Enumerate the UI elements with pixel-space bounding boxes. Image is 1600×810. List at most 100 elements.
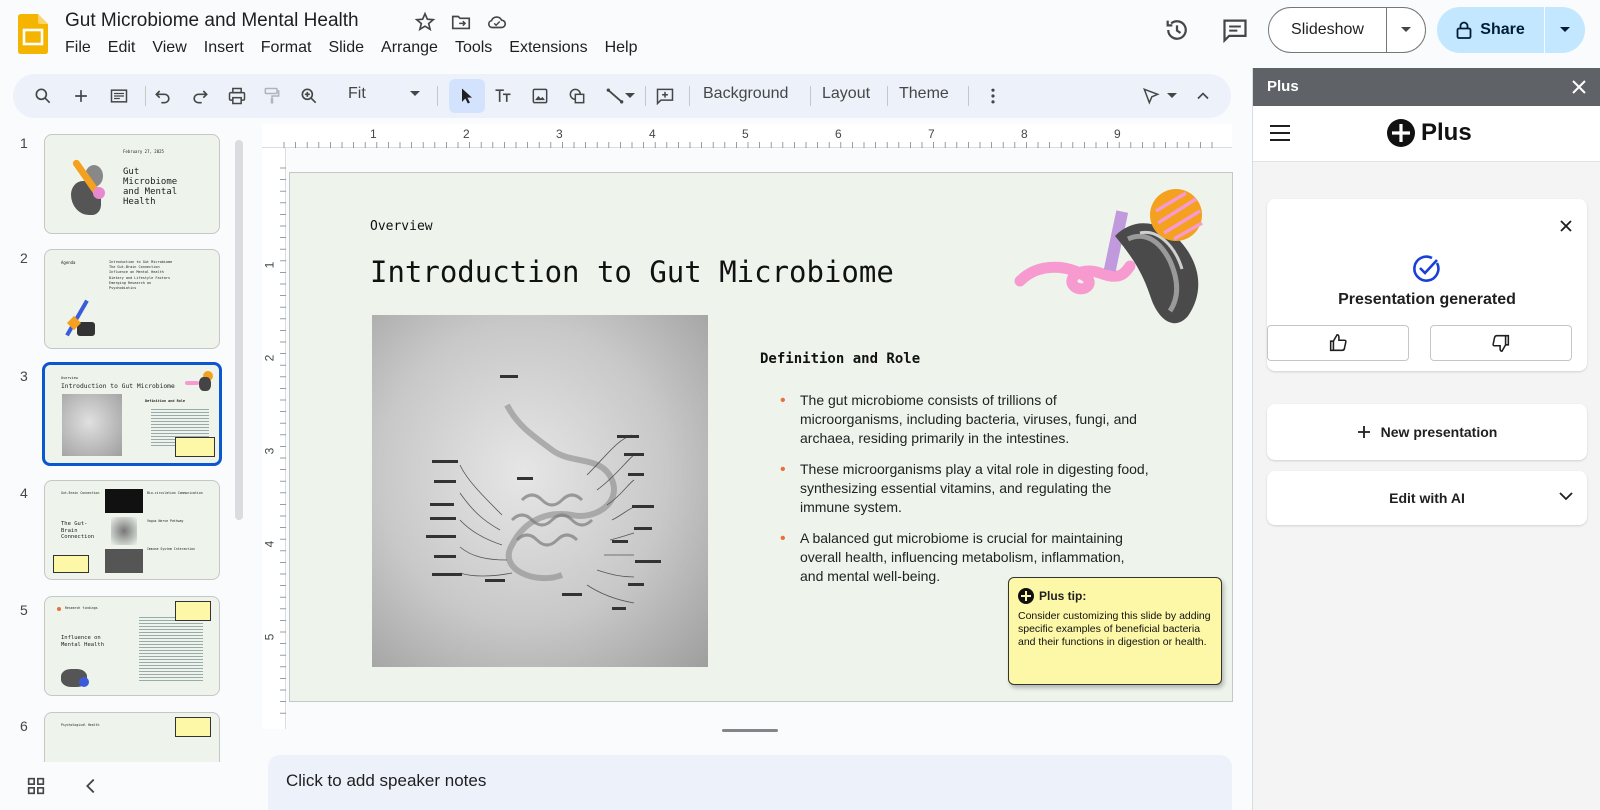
plus-logo-icon xyxy=(1018,588,1034,604)
slideshow-label[interactable]: Slideshow xyxy=(1269,8,1387,52)
text-box-icon[interactable] xyxy=(489,82,517,110)
menu-view[interactable]: View xyxy=(152,39,195,57)
menu-bar: File Edit View Insert Format Slide Arran… xyxy=(65,39,654,57)
menu-format[interactable]: Format xyxy=(261,39,321,57)
add-comment-icon[interactable] xyxy=(651,82,679,110)
slide-subtitle[interactable]: Definition and Role xyxy=(760,351,920,367)
redo-icon[interactable] xyxy=(186,82,214,110)
toolbar: Fit Background Layout Theme xyxy=(13,74,1231,118)
slides-logo-icon[interactable] xyxy=(18,14,48,54)
search-menus-icon[interactable] xyxy=(29,82,57,110)
menu-help[interactable]: Help xyxy=(605,39,647,57)
insert-image-icon[interactable] xyxy=(526,82,554,110)
grid-view-icon[interactable] xyxy=(25,775,47,797)
paint-format-icon[interactable] xyxy=(258,82,286,110)
thumbs-up-icon xyxy=(1329,333,1347,352)
panel-title: Plus xyxy=(1267,78,1299,95)
more-options-icon[interactable] xyxy=(979,82,1007,110)
menu-tools[interactable]: Tools xyxy=(455,39,501,57)
generation-status-card: Presentation generated xyxy=(1267,199,1587,371)
plus-tip-callout[interactable]: Plus tip: Consider customizing this slid… xyxy=(1008,577,1222,685)
speaker-notes[interactable]: Click to add speaker notes xyxy=(268,755,1232,810)
zoom-value: Fit xyxy=(348,85,366,102)
line-dropdown-icon[interactable] xyxy=(625,93,635,99)
slide-number: 4 xyxy=(20,485,28,501)
menu-slide[interactable]: Slide xyxy=(328,39,373,57)
slide-number: 6 xyxy=(20,718,28,734)
slide-number: 2 xyxy=(20,250,28,266)
menu-insert[interactable]: Insert xyxy=(204,39,253,57)
horizontal-ruler[interactable]: 1 2 3 4 5 6 7 8 9 xyxy=(262,124,1232,148)
share-dropdown-icon[interactable] xyxy=(1545,26,1585,34)
slideshow-dropdown-icon[interactable] xyxy=(1387,26,1425,34)
bullet-item: These microorganisms play a vital role i… xyxy=(780,460,1150,517)
menu-extensions[interactable]: Extensions xyxy=(509,39,596,57)
share-label: Share xyxy=(1480,21,1525,38)
select-pointer-icon[interactable] xyxy=(453,82,481,110)
pen-mode-icon[interactable] xyxy=(1137,82,1165,110)
slide-thumbnail-3[interactable]: Overview Introduction to Gut Microbiome … xyxy=(42,362,222,466)
zoom-select[interactable]: Fit xyxy=(348,85,428,103)
slide-number: 3 xyxy=(20,368,28,384)
thumbs-up-button[interactable] xyxy=(1267,325,1409,361)
vertical-ruler[interactable]: 1 2 3 4 5 xyxy=(262,148,286,729)
slide-number: 1 xyxy=(20,135,28,151)
new-presentation-label: New presentation xyxy=(1380,424,1498,440)
collapse-filmstrip-icon[interactable] xyxy=(80,775,102,797)
slide-bullet-list[interactable]: The gut microbiome consists of trillions… xyxy=(780,391,1150,598)
version-history-icon[interactable] xyxy=(1163,16,1191,44)
share-button[interactable]: Share xyxy=(1437,7,1585,53)
new-slide-icon[interactable] xyxy=(67,82,95,110)
menu-file[interactable]: File xyxy=(65,39,100,57)
new-presentation-button[interactable]: New presentation xyxy=(1267,404,1587,460)
slide-layout-icon[interactable] xyxy=(105,82,133,110)
bullet-item: The gut microbiome consists of trillions… xyxy=(780,391,1150,448)
edit-with-ai-dropdown[interactable]: Edit with AI xyxy=(1267,471,1587,525)
slide-title[interactable]: Introduction to Gut Microbiome xyxy=(370,255,894,289)
hamburger-menu-icon[interactable] xyxy=(1269,124,1291,142)
tip-title: Plus tip: xyxy=(1039,589,1087,603)
generated-label: Presentation generated xyxy=(1338,291,1516,308)
cloud-saved-icon[interactable] xyxy=(486,11,508,33)
notes-resize-handle[interactable] xyxy=(722,729,778,732)
tip-body: Consider customizing this slide by addin… xyxy=(1018,610,1211,648)
collapse-toolbar-icon[interactable] xyxy=(1189,82,1217,110)
shape-icon[interactable] xyxy=(563,82,591,110)
theme-button[interactable]: Theme xyxy=(899,85,949,103)
edit-with-ai-label: Edit with AI xyxy=(1389,490,1465,506)
gut-diagram-image[interactable] xyxy=(372,315,708,667)
menu-arrange[interactable]: Arrange xyxy=(381,39,447,57)
slideshow-button[interactable]: Slideshow xyxy=(1268,7,1426,53)
slide-thumbnail-5[interactable]: Research findings Influence on Mental He… xyxy=(44,596,220,696)
slide-thumbnail-2[interactable]: Agenda Introduction to Gut Microbiome Th… xyxy=(44,249,220,349)
move-folder-icon[interactable] xyxy=(450,11,472,33)
slide-thumbnail-4[interactable]: Gut-Brain Connection The Gut-Brain Conne… xyxy=(44,480,220,580)
layout-button[interactable]: Layout xyxy=(822,85,870,103)
comments-icon[interactable] xyxy=(1221,16,1249,44)
slide-filmstrip: 1 February 27, 2025 Gut Microbiome and M… xyxy=(0,122,258,762)
close-panel-icon[interactable] xyxy=(1569,77,1589,97)
filmstrip-scrollbar[interactable] xyxy=(235,140,243,520)
slide-thumbnail-6[interactable]: Psychological Health xyxy=(44,712,220,762)
current-slide[interactable]: Overview Introduction to Gut Microbiome xyxy=(289,172,1233,702)
slide-number: 5 xyxy=(20,602,28,618)
thumbs-down-button[interactable] xyxy=(1430,325,1572,361)
zoom-dropdown-icon xyxy=(410,91,420,96)
background-button[interactable]: Background xyxy=(703,85,788,103)
app-header: Gut Microbiome and Mental Health File Ed… xyxy=(0,0,1600,68)
check-circle-icon xyxy=(1413,255,1440,282)
pen-mode-dropdown-icon[interactable] xyxy=(1167,93,1177,99)
slide-overview-label[interactable]: Overview xyxy=(370,219,433,234)
thumbs-down-icon xyxy=(1492,334,1510,353)
plus-side-panel: Plus Plus Presentation generated New pre… xyxy=(1252,68,1600,810)
close-card-icon[interactable] xyxy=(1559,219,1573,233)
document-title[interactable]: Gut Microbiome and Mental Health xyxy=(65,10,359,32)
star-icon[interactable] xyxy=(414,11,436,33)
decorative-illustration xyxy=(65,298,99,338)
undo-icon[interactable] xyxy=(149,82,177,110)
decorative-illustration xyxy=(1014,189,1203,324)
menu-edit[interactable]: Edit xyxy=(108,39,145,57)
zoom-icon[interactable] xyxy=(295,82,323,110)
print-icon[interactable] xyxy=(223,82,251,110)
slide-thumbnail-1[interactable]: February 27, 2025 Gut Microbiome and Men… xyxy=(44,134,220,234)
